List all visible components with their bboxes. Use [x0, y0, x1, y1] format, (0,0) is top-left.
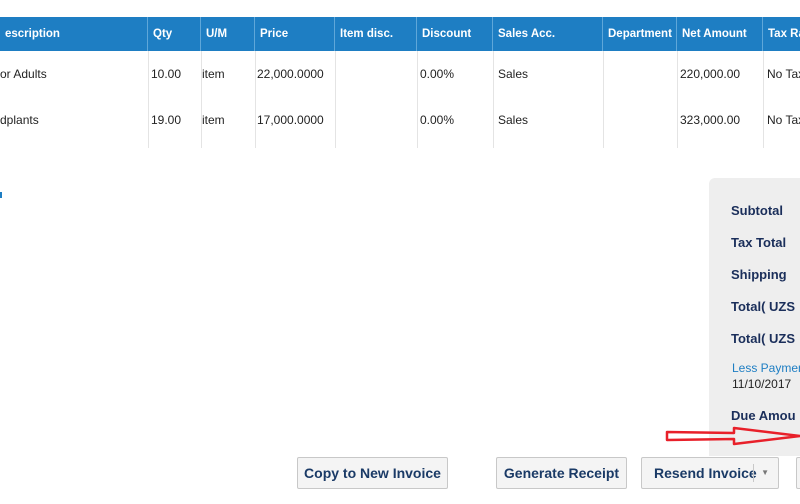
resend-invoice-button[interactable]: Resend Invoice ▼	[641, 457, 779, 489]
cell-qty: 19.00	[151, 113, 182, 127]
less-payments-link[interactable]: Less Payment	[732, 361, 800, 375]
generate-receipt-button[interactable]: Generate Receipt	[496, 457, 627, 489]
column-header-price[interactable]: Price	[255, 17, 335, 51]
cell-tax-rate: No Tax	[767, 67, 800, 81]
column-header-discount[interactable]: Discount	[417, 17, 493, 51]
table-row[interactable]: or Adults 10.00 item 22,000.0000 0.00% S…	[0, 62, 800, 86]
cell-price: 22,000.0000	[257, 67, 324, 81]
tax-total-label: Tax Total	[731, 235, 787, 250]
cell-discount: 0.00%	[420, 67, 455, 81]
due-amount-label: Due Amou	[731, 408, 796, 423]
total-label-base: Total( UZS	[731, 331, 796, 346]
button-divider	[753, 464, 754, 482]
column-header-item-disc[interactable]: Item disc.	[335, 17, 417, 51]
column-header-um[interactable]: U/M	[201, 17, 255, 51]
cell-sales-acc: Sales	[498, 113, 529, 127]
column-header-department[interactable]: Department	[603, 17, 677, 51]
payment-date: 11/10/2017	[732, 377, 792, 391]
cell-discount: 0.00%	[420, 113, 455, 127]
column-header-net-amount[interactable]: Net Amount	[677, 17, 763, 51]
resend-invoice-label: Resend Invoice	[654, 465, 757, 481]
column-header-sales-acc[interactable]: Sales Acc.	[493, 17, 603, 51]
cell-description: or Adults	[0, 67, 47, 81]
shipping-label: Shipping	[731, 267, 787, 282]
cell-qty: 10.00	[151, 67, 182, 81]
total-label: Total( UZS	[731, 299, 796, 314]
cell-um: item	[202, 113, 225, 127]
cell-net-amount: 323,000.00	[680, 113, 741, 127]
subtotal-label: Subtotal	[731, 203, 783, 218]
dropdown-caret-icon[interactable]: ▼	[761, 458, 769, 488]
cell-description: dplants	[0, 113, 39, 127]
column-header-qty[interactable]: Qty	[148, 17, 201, 51]
totals-panel: Subtotal Tax Total Shipping Total( UZS T…	[709, 178, 800, 456]
cell-price: 17,000.0000	[257, 113, 324, 127]
cell-net-amount: 220,000.00	[680, 67, 741, 81]
items-table-header: escription Qty U/M Price Item disc. Disc…	[0, 17, 800, 51]
more-actions-button[interactable]	[796, 457, 800, 489]
red-arrow-annotation	[665, 426, 800, 446]
copy-to-new-invoice-button[interactable]: Copy to New Invoice	[297, 457, 448, 489]
table-row[interactable]: dplants 19.00 item 17,000.0000 0.00% Sal…	[0, 108, 800, 132]
cell-um: item	[202, 67, 225, 81]
left-edge-marker	[0, 192, 2, 198]
column-header-description[interactable]: escription	[0, 17, 148, 51]
cell-tax-rate: No Tax	[767, 113, 800, 127]
cell-sales-acc: Sales	[498, 67, 529, 81]
column-header-tax-rate[interactable]: Tax Ra	[763, 17, 800, 51]
